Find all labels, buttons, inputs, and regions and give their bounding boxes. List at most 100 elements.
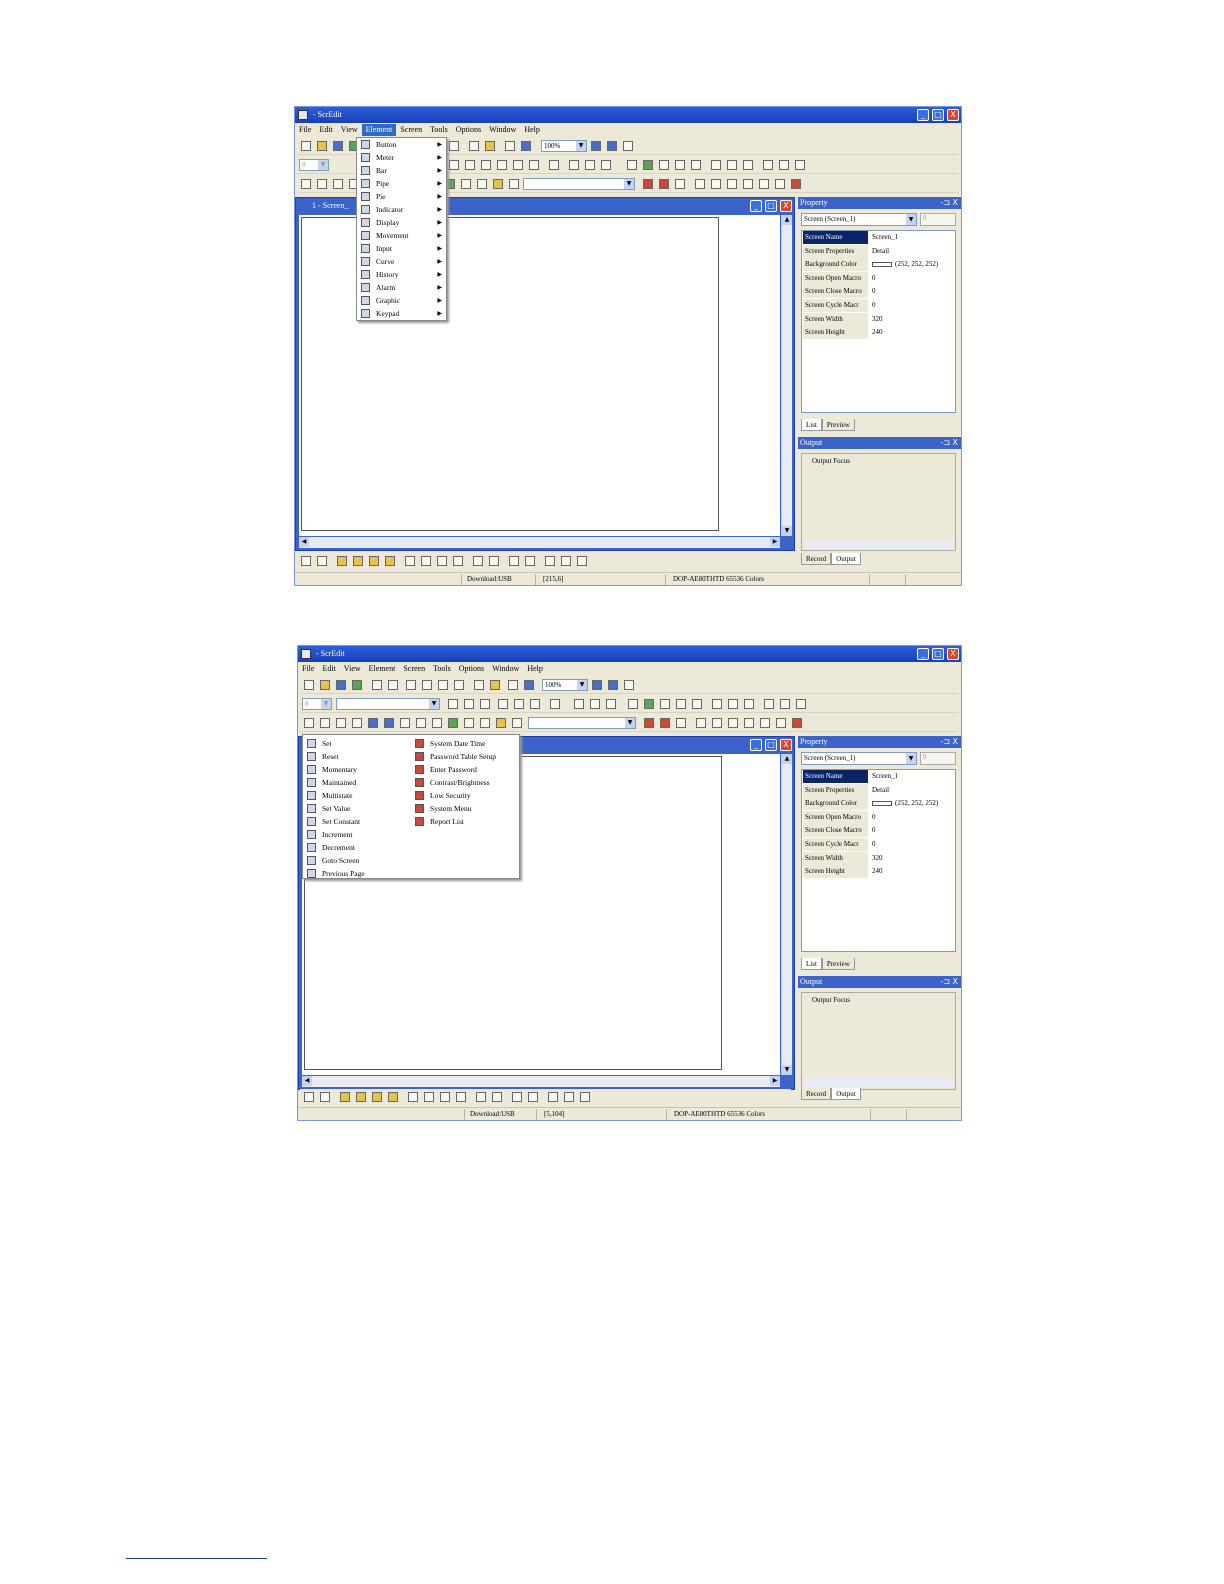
menu-item-indicator[interactable]: Indicator ▶	[357, 203, 446, 216]
menu-item-pie[interactable]: Pie ▶	[357, 190, 446, 203]
download-icon[interactable]	[728, 718, 738, 728]
tab-output[interactable]: Output	[831, 553, 861, 565]
upload-icon[interactable]	[743, 179, 753, 189]
align-bottom-layout-icon[interactable]	[385, 556, 395, 566]
property-icon[interactable]	[676, 718, 686, 728]
lock-icon[interactable]	[692, 699, 702, 709]
graphic-element-icon[interactable]	[496, 718, 506, 728]
new-file-icon[interactable]	[301, 141, 311, 151]
menu-item-display[interactable]: Display ▶	[357, 216, 446, 229]
output-pin-close-icon[interactable]: -⊐ X	[940, 976, 958, 988]
grid-h-icon[interactable]	[548, 1092, 558, 1102]
next-screen-icon[interactable]	[711, 179, 721, 189]
macro-edit-icon[interactable]	[660, 718, 670, 728]
property-row[interactable]: Screen Name Screen_1	[802, 231, 955, 245]
upload-icon[interactable]	[744, 718, 754, 728]
pipe-element-icon[interactable]	[352, 718, 362, 728]
grid-icon[interactable]	[577, 556, 587, 566]
same-height-icon[interactable]	[728, 699, 738, 709]
input-element-icon[interactable]	[432, 718, 442, 728]
property-row[interactable]: Screen Height 240	[802, 865, 955, 879]
distribute-v-icon[interactable]	[421, 556, 431, 566]
zoom-fit-icon[interactable]	[623, 141, 633, 151]
bar-element-icon[interactable]	[333, 179, 343, 189]
distribute-h-icon[interactable]	[408, 1092, 418, 1102]
align-top-layout-icon[interactable]	[372, 1092, 382, 1102]
menu-item-pipe[interactable]: Pipe ▶	[357, 177, 446, 190]
tab-record[interactable]: Record	[801, 1088, 832, 1100]
button-element-icon[interactable]	[301, 179, 311, 189]
font-name-combo[interactable]: ▼	[336, 698, 440, 710]
pin-close-icon[interactable]: -⊐ X	[940, 197, 958, 209]
menu-file[interactable]: File	[295, 124, 315, 136]
alarm-element-icon[interactable]	[480, 718, 490, 728]
menu-item-system-menu[interactable]: System Menu	[411, 802, 519, 815]
font-size-combo[interactable]: 8 ▼	[302, 698, 332, 710]
property-row[interactable]: Screen Width 320	[802, 312, 955, 327]
movement-element-icon[interactable]	[416, 718, 426, 728]
doc-minimize-button[interactable]: _	[750, 739, 762, 751]
next-screen-icon[interactable]	[712, 718, 722, 728]
font-size-combo[interactable]: 8 ▼	[299, 159, 329, 171]
history-element-icon[interactable]	[461, 179, 471, 189]
simulate-icon[interactable]	[760, 718, 770, 728]
menu-help[interactable]: Help	[523, 663, 547, 675]
undo-icon[interactable]	[372, 680, 382, 690]
print-icon[interactable]	[508, 680, 518, 690]
same-width-icon[interactable]	[712, 699, 722, 709]
property-row[interactable]: Screen Close Macro 0	[802, 285, 955, 299]
scroll-up-button[interactable]: ▲	[782, 754, 792, 764]
menu-element[interactable]: Element	[361, 124, 397, 136]
compile-icon[interactable]	[524, 680, 534, 690]
menu-edit[interactable]: Edit	[318, 663, 339, 675]
make-height-icon[interactable]	[528, 1092, 538, 1102]
menu-item-bar[interactable]: Bar ▶	[357, 164, 446, 177]
menu-item-history[interactable]: History ▶	[357, 268, 446, 281]
grid-v-icon[interactable]	[564, 1092, 574, 1102]
align-middle-icon[interactable]	[514, 699, 524, 709]
horizontal-scrollbar[interactable]: ◀ ▶	[302, 1076, 780, 1087]
distribute-v-icon[interactable]	[424, 1092, 434, 1102]
menu-options[interactable]: Options	[452, 124, 485, 136]
open-screen-icon[interactable]	[485, 141, 495, 151]
menu-window[interactable]: Window	[485, 124, 520, 136]
redo-layout-icon[interactable]	[317, 556, 327, 566]
output-item[interactable]: Output Focus	[812, 996, 850, 1004]
online-icon[interactable]	[775, 179, 785, 189]
save-as-icon[interactable]	[352, 680, 362, 690]
download-icon[interactable]	[727, 179, 737, 189]
bold-icon[interactable]	[569, 160, 579, 170]
zoom-out-icon[interactable]	[608, 680, 618, 690]
property-row[interactable]: Screen Cycle Macr 0	[802, 837, 955, 852]
tab-output[interactable]: Output	[831, 1088, 861, 1100]
bring-front-icon[interactable]	[764, 699, 774, 709]
doc-close-button[interactable]: X	[780, 200, 792, 212]
scroll-down-button[interactable]: ▼	[782, 526, 792, 536]
cut-icon[interactable]	[406, 680, 416, 690]
menu-window[interactable]: Window	[488, 663, 523, 675]
button-element-icon[interactable]	[304, 718, 314, 728]
display-element-icon[interactable]	[400, 718, 410, 728]
doc-maximize-button[interactable]: □	[765, 200, 777, 212]
doc-minimize-button[interactable]: _	[750, 200, 762, 212]
ungroup-icon[interactable]	[676, 699, 686, 709]
menu-options[interactable]: Options	[455, 663, 488, 675]
menu-item-decrement[interactable]: Decrement	[303, 841, 411, 854]
grid-v-icon[interactable]	[561, 556, 571, 566]
align-center-icon[interactable]	[464, 699, 474, 709]
menu-item-enter-password[interactable]: Enter Password	[411, 763, 519, 776]
align-middle-icon[interactable]	[513, 160, 523, 170]
history-element-icon[interactable]	[464, 718, 474, 728]
maximize-button[interactable]: □	[932, 109, 944, 121]
menu-item-reset[interactable]: Reset	[303, 750, 411, 763]
zoom-fit-icon[interactable]	[624, 680, 634, 690]
menu-item-set[interactable]: Set	[303, 737, 411, 750]
macro-icon[interactable]	[644, 718, 654, 728]
menu-item-curve[interactable]: Curve ▶	[357, 255, 446, 268]
offline-icon[interactable]	[791, 179, 801, 189]
scroll-right-button[interactable]: ▶	[770, 1076, 780, 1086]
grid-icon[interactable]	[580, 1092, 590, 1102]
menu-help[interactable]: Help	[520, 124, 544, 136]
menu-item-system-date-time[interactable]: System Date Time	[411, 737, 519, 750]
menu-screen[interactable]: Screen	[396, 124, 426, 136]
